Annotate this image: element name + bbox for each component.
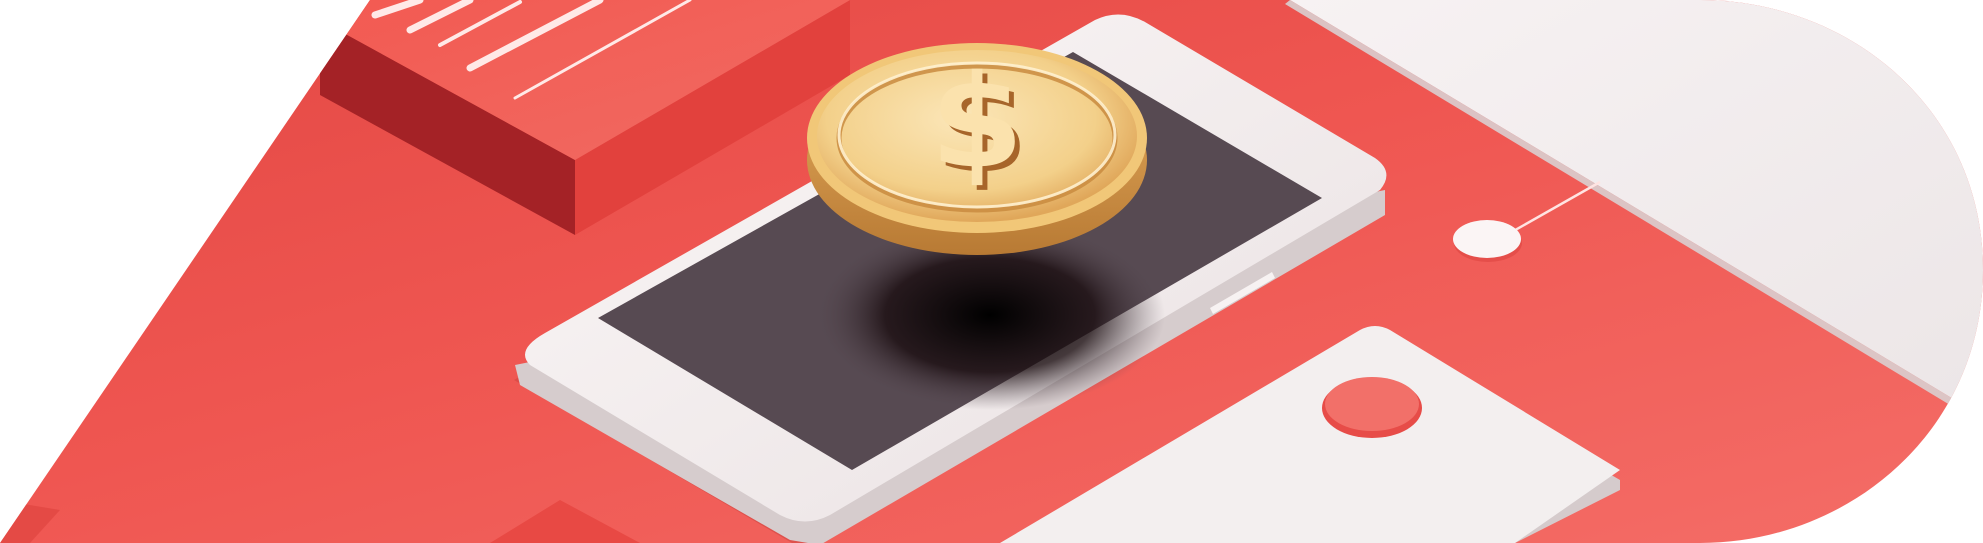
illustration-banner: $ $: [0, 0, 1983, 543]
illustration-svg: $ $: [0, 0, 1983, 543]
dollar-coin-icon: $ $: [807, 43, 1147, 255]
dollar-sign-highlight: $: [930, 48, 1024, 197]
